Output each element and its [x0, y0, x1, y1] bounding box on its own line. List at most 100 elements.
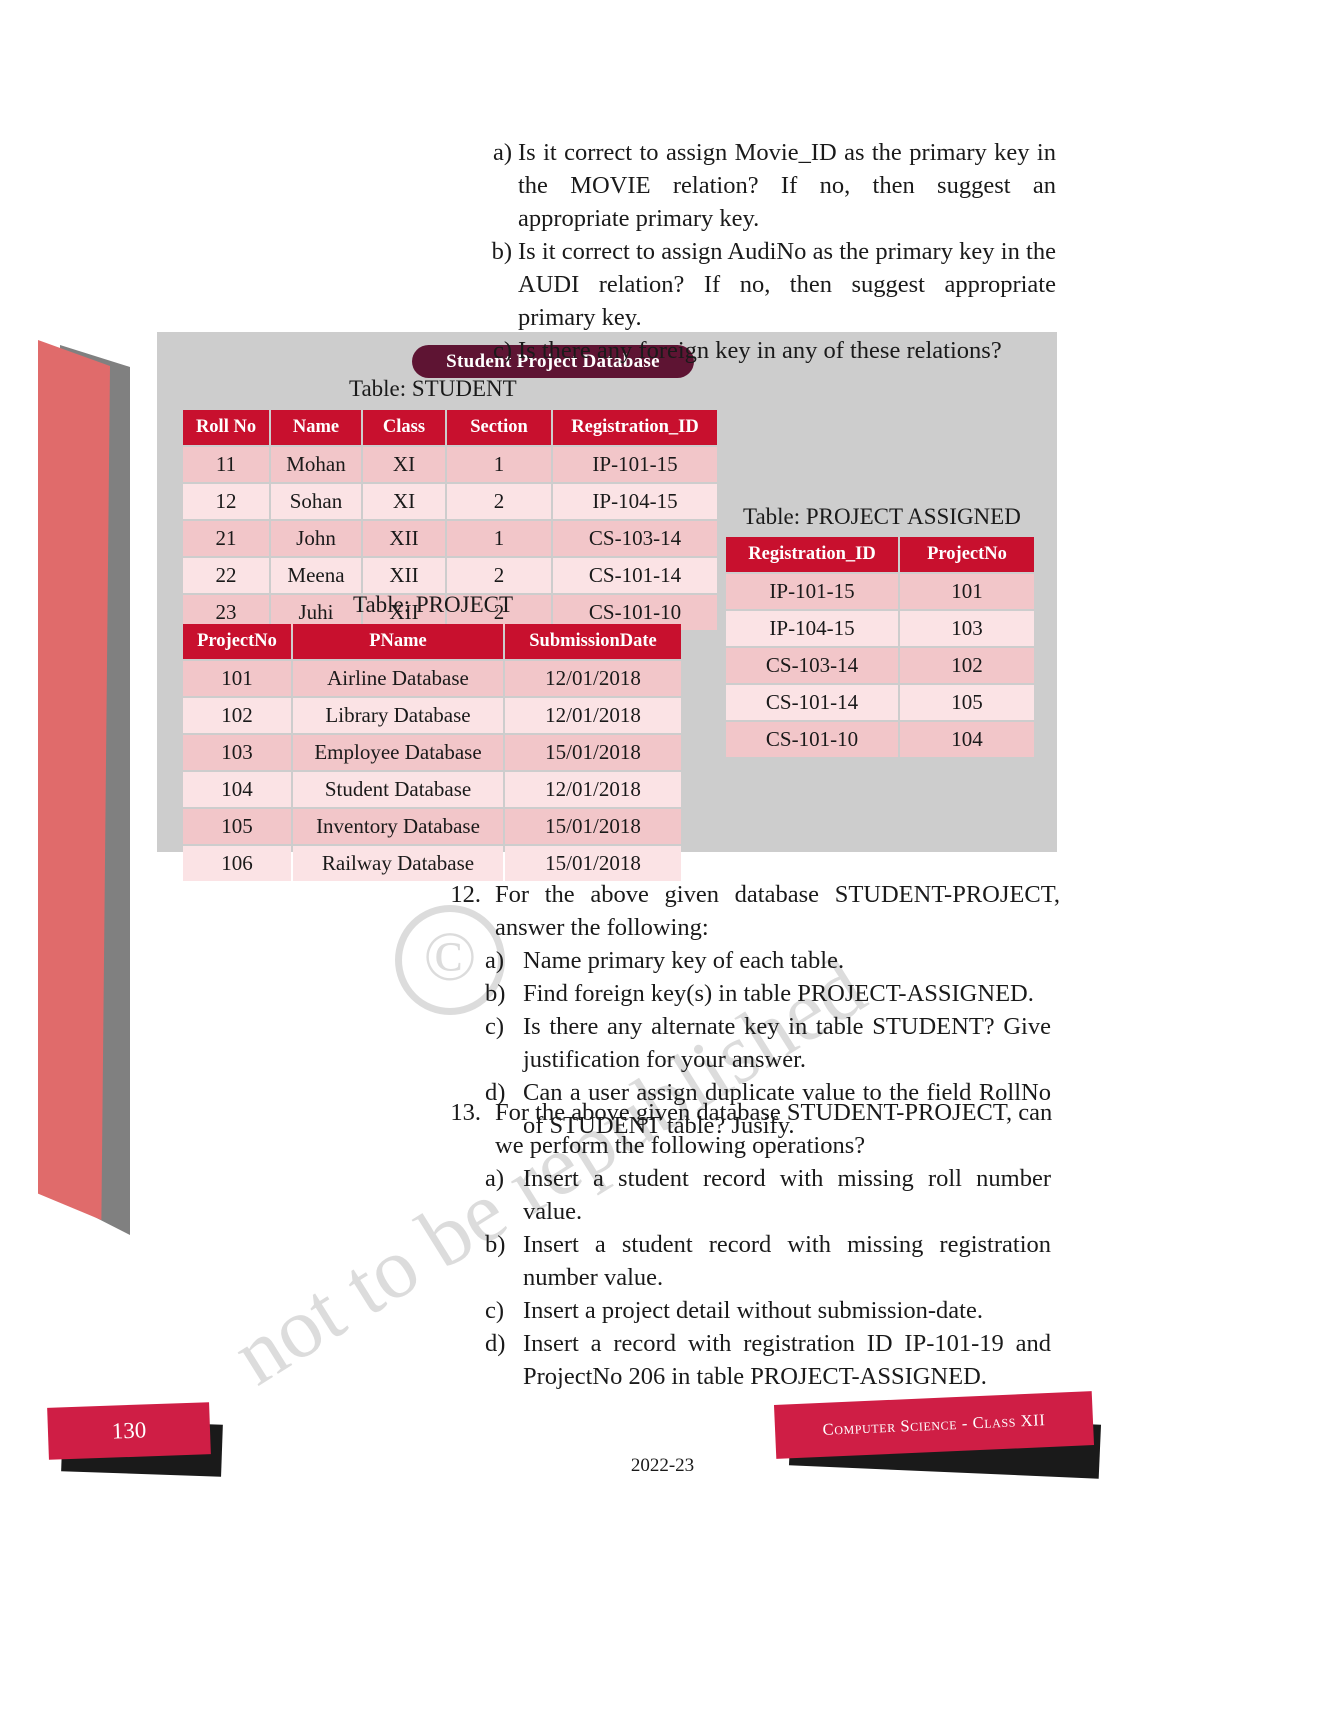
question-13-item-b-text: Insert a student record with missing reg…	[523, 1231, 1051, 1291]
table-row: 12 Sohan XI 2 IP-104-15	[183, 484, 717, 519]
question-12-item-a-text: Name primary key of each table.	[523, 947, 845, 974]
cell: Railway Database	[293, 846, 503, 881]
list-item: b) Insert a student record with missing …	[435, 1228, 1060, 1294]
list-item: c) Is there any foreign key in any of th…	[478, 334, 1056, 367]
column-header: Roll No	[183, 410, 269, 445]
cell: Airline Database	[293, 661, 503, 696]
page-number: 130	[111, 1417, 147, 1444]
list-item: a) Name primary key of each table.	[435, 944, 1060, 977]
cell: 105	[183, 809, 291, 844]
cell: 106	[183, 846, 291, 881]
question-12-stem: For the above given database STUDENT-PRO…	[495, 881, 1060, 941]
question-13-item-a-label: a)	[485, 1165, 505, 1192]
student-table-caption: Table: STUDENT	[349, 376, 517, 401]
column-header: Registration_ID	[726, 537, 898, 572]
question-13-item-d-text: Insert a record with registration ID IP-…	[523, 1330, 1051, 1390]
question-13-item-a-text: Insert a student record with missing rol…	[523, 1165, 1051, 1225]
project-assigned-table-caption: Table: PROJECT ASSIGNED	[743, 504, 1021, 529]
table-row: IP-104-15 103	[726, 611, 1034, 646]
cell: XII	[363, 521, 445, 556]
cell: IP-101-15	[726, 574, 898, 609]
cell: 103	[183, 735, 291, 770]
cell: CS-101-14	[553, 558, 717, 593]
table-row: CS-101-10 104	[726, 722, 1034, 757]
cell: 2	[447, 484, 551, 519]
cell: 104	[900, 722, 1034, 757]
table-row: IP-101-15 101	[726, 574, 1034, 609]
cell: 12/01/2018	[505, 772, 681, 807]
table-row: 22 Meena XII 2 CS-101-14	[183, 558, 717, 593]
top-item-a-label: a)	[492, 139, 512, 166]
column-header: ProjectNo	[183, 624, 291, 659]
table-header-row: ProjectNo PName SubmissionDate	[183, 624, 681, 659]
cell: CS-103-14	[553, 521, 717, 556]
cell: 12/01/2018	[505, 661, 681, 696]
cell: IP-104-15	[726, 611, 898, 646]
question-12-item-c-text: Is there any alternate key in table STUD…	[523, 1013, 1051, 1073]
table-header-row: Roll No Name Class Section Registration_…	[183, 410, 717, 445]
cell: John	[271, 521, 361, 556]
cell: XI	[363, 447, 445, 482]
question-12-number: 12.	[450, 881, 481, 908]
list-item: a) Insert a student record with missing …	[435, 1162, 1060, 1228]
question-13-stem-row: 13. For the above given database STUDENT…	[435, 1096, 1060, 1162]
question-13-item-c-label: c)	[485, 1297, 505, 1324]
cell: 103	[900, 611, 1034, 646]
cell: 1	[447, 447, 551, 482]
cell: IP-101-15	[553, 447, 717, 482]
table-row: 101 Airline Database 12/01/2018	[183, 661, 681, 696]
project-assigned-table: Registration_ID ProjectNo IP-101-15 101 …	[724, 535, 1036, 759]
question-12-item-a-label: a)	[485, 947, 505, 974]
project-table: ProjectNo PName SubmissionDate 101 Airli…	[181, 622, 683, 883]
column-header: Registration_ID	[553, 410, 717, 445]
cell: CS-101-10	[726, 722, 898, 757]
cell: 21	[183, 521, 269, 556]
cell: Employee Database	[293, 735, 503, 770]
table-header-row: Registration_ID ProjectNo	[726, 537, 1034, 572]
table-row: CS-101-14 105	[726, 685, 1034, 720]
question-13-item-d-label: d)	[485, 1330, 506, 1357]
cell: 1	[447, 521, 551, 556]
top-item-c-text: Is there any foreign key in any of these…	[518, 337, 1002, 364]
cell: Mohan	[271, 447, 361, 482]
column-header: Class	[363, 410, 445, 445]
cell: Inventory Database	[293, 809, 503, 844]
edition-year: 2022-23	[630, 1455, 695, 1476]
list-item: d) Insert a record with registration ID …	[435, 1327, 1060, 1393]
list-item: b) Is it correct to assign AudiNo as the…	[478, 235, 1056, 334]
list-item: b) Find foreign key(s) in table PROJECT-…	[435, 977, 1060, 1010]
top-item-b-label: b)	[491, 238, 512, 265]
column-header: Section	[447, 410, 551, 445]
cell: 104	[183, 772, 291, 807]
cell: 105	[900, 685, 1034, 720]
list-item: c) Is there any alternate key in table S…	[435, 1010, 1060, 1076]
table-row: 105 Inventory Database 15/01/2018	[183, 809, 681, 844]
question-12-stem-row: 12. For the above given database STUDENT…	[435, 878, 1060, 944]
top-item-c-label: c)	[492, 337, 512, 364]
cell: 12/01/2018	[505, 698, 681, 733]
top-item-a-text: Is it correct to assign Movie_ID as the …	[518, 139, 1056, 232]
column-header: PName	[293, 624, 503, 659]
cell: CS-103-14	[726, 648, 898, 683]
question-13: 13. For the above given database STUDENT…	[435, 1096, 1060, 1393]
question-13-item-b-label: b)	[485, 1231, 506, 1258]
cell: 102	[183, 698, 291, 733]
project-table-caption: Table: PROJECT	[353, 592, 514, 617]
table-row: CS-103-14 102	[726, 648, 1034, 683]
cell: 15/01/2018	[505, 735, 681, 770]
top-question-list: a) Is it correct to assign Movie_ID as t…	[478, 136, 1056, 367]
question-13-number: 13.	[450, 1099, 481, 1126]
question-12-item-c-label: c)	[485, 1013, 505, 1040]
cell: 2	[447, 558, 551, 593]
cell: 11	[183, 447, 269, 482]
column-header: ProjectNo	[900, 537, 1034, 572]
cell: 15/01/2018	[505, 846, 681, 881]
question-13-item-c-text: Insert a project detail without submissi…	[523, 1297, 983, 1324]
table-row: 21 John XII 1 CS-103-14	[183, 521, 717, 556]
cell: 15/01/2018	[505, 809, 681, 844]
table-row: 106 Railway Database 15/01/2018	[183, 846, 681, 881]
question-13-stem: For the above given database STUDENT-PRO…	[495, 1099, 1053, 1159]
top-item-b-text: Is it correct to assign AudiNo as the pr…	[518, 238, 1056, 331]
column-header: Name	[271, 410, 361, 445]
table-row: 102 Library Database 12/01/2018	[183, 698, 681, 733]
